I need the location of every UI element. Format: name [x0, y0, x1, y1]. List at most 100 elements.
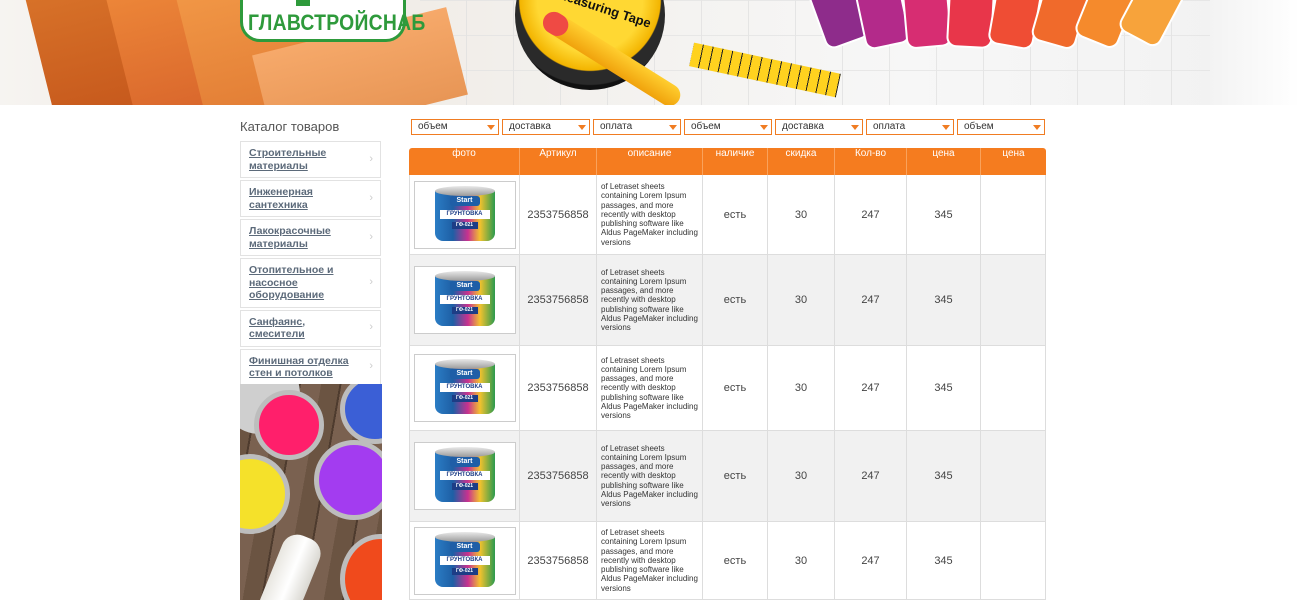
product-code: ГФ-021 — [451, 221, 478, 229]
product-brand: Start — [449, 195, 480, 206]
catalog-item[interactable]: Лакокрасочные материалы › — [240, 219, 381, 256]
cell-discount: 30 — [768, 522, 835, 599]
catalog-item-label[interactable]: Строительные материалы — [249, 147, 358, 172]
catalog-item[interactable]: Строительные материалы › — [240, 141, 381, 178]
catalog-item-label[interactable]: Инженерная сантехника — [249, 186, 358, 211]
caret-down-icon — [760, 125, 768, 130]
filter-delivery[interactable]: доставка — [775, 119, 863, 135]
product-name: ГРУНТОВКА — [439, 209, 490, 219]
cell-description: of Letraset sheets containing Lorem Ipsu… — [597, 255, 703, 345]
products-table: фото Артикул описание наличие скидка Кол… — [409, 148, 1046, 600]
chevron-right-icon: › — [369, 321, 373, 333]
table-row[interactable]: Start ГРУНТОВКА ГФ-021 2353756858 of Letrase… — [409, 522, 1046, 600]
table-row[interactable]: Start ГРУНТОВКА ГФ-021 2353756858 of Letrase… — [409, 255, 1046, 346]
chevron-right-icon: › — [369, 230, 373, 243]
chevron-right-icon: › — [369, 360, 373, 372]
cell-qty-value: 247 — [861, 208, 880, 221]
cell-qty: 247 — [835, 431, 907, 521]
cell-stock-value: есть — [723, 294, 747, 306]
catalog-item-label[interactable]: Отопительное и насосное оборудование — [249, 264, 358, 302]
column-header-qty[interactable]: Кол-во — [835, 148, 907, 175]
column-header-price-2[interactable]: цена — [981, 148, 1046, 175]
caret-down-icon — [669, 125, 677, 130]
cell-price-value: 345 — [934, 294, 953, 306]
table-row[interactable]: Start ГРУНТОВКА ГФ-021 2353756858 of Letrase… — [409, 431, 1046, 522]
cell-qty: 247 — [835, 255, 907, 345]
caret-down-icon — [487, 125, 495, 130]
cell-article-value: 2353756858 — [527, 382, 589, 394]
paper-sample — [1210, 0, 1300, 105]
cell-qty: 247 — [835, 175, 907, 254]
cell-description-value: of Letraset sheets containing Lorem Ipsu… — [601, 267, 698, 332]
column-header-article[interactable]: Артикул — [520, 148, 597, 175]
cell-stock: есть — [703, 522, 768, 599]
catalog-item[interactable]: Санфаянс, смесители › — [240, 309, 381, 347]
cell-photo: Start ГРУНТОВКА ГФ-021 — [409, 346, 520, 430]
primer-can-image: Start ГРУНТОВКА ГФ-021 — [430, 531, 500, 590]
product-thumbnail[interactable]: Start ГРУНТОВКА ГФ-021 — [413, 180, 516, 249]
catalog-menu: Строительные материалы › Инженерная сант… — [240, 141, 381, 388]
cell-description: of Letraset sheets containing Lorem Ipsu… — [597, 522, 703, 599]
catalog-item[interactable]: Инженерная сантехника › — [240, 180, 381, 217]
product-brand: Start — [449, 369, 480, 379]
cell-discount: 30 — [768, 175, 835, 254]
catalog-title: Каталог товаров — [240, 119, 340, 134]
product-thumbnail[interactable]: Start ГРУНТОВКА ГФ-021 — [413, 266, 516, 334]
cell-stock: есть — [703, 431, 768, 521]
column-header-description[interactable]: описание — [597, 148, 703, 175]
table-header: фото Артикул описание наличие скидка Кол… — [409, 148, 1046, 175]
can-lid — [434, 185, 495, 196]
can-lid — [434, 359, 495, 369]
cell-stock: есть — [703, 255, 768, 345]
chevron-right-icon: › — [369, 275, 373, 288]
cell-price-value: 345 — [934, 470, 953, 482]
cell-price-2 — [981, 255, 1046, 345]
cell-article-value: 2353756858 — [527, 294, 589, 306]
cell-price-value: 345 — [934, 554, 953, 567]
filter-label: оплата — [600, 121, 633, 132]
cell-stock: есть — [703, 346, 768, 430]
filter-payment[interactable]: оплата — [866, 119, 954, 135]
catalog-item-label[interactable]: Лакокрасочные материалы — [249, 225, 358, 250]
catalog-item-label[interactable]: Санфаянс, смесители — [249, 316, 358, 341]
filter-volume[interactable]: объем — [957, 119, 1045, 135]
cell-description: of Letraset sheets containing Lorem Ipsu… — [597, 175, 703, 254]
cell-article: 2353756858 — [520, 522, 597, 599]
can-lid — [434, 447, 495, 457]
cell-qty: 247 — [835, 346, 907, 430]
filter-volume[interactable]: объем — [411, 119, 499, 135]
cell-discount: 30 — [768, 255, 835, 345]
color-swatch — [900, 0, 953, 50]
cell-price: 345 — [907, 255, 981, 345]
chevron-right-icon: › — [369, 152, 373, 165]
product-thumbnail[interactable]: Start ГРУНТОВКА ГФ-021 — [413, 354, 516, 422]
header-banner: Measuring Tape ГЛАВСТРОЙСНАБ — [0, 0, 1300, 105]
column-header-photo[interactable]: фото — [409, 148, 520, 175]
cell-article-value: 2353756858 — [527, 470, 589, 482]
column-header-discount[interactable]: скидка — [768, 148, 835, 175]
catalog-item[interactable]: Отопительное и насосное оборудование › — [240, 258, 381, 308]
cell-article-value: 2353756858 — [527, 208, 589, 221]
column-header-price[interactable]: цена — [907, 148, 981, 175]
catalog-item[interactable]: Финишная отделка стен и потолков › — [240, 348, 381, 386]
catalog-item-label[interactable]: Финишная отделка стен и потолков — [249, 355, 358, 380]
cell-stock-value: есть — [723, 470, 747, 482]
product-thumbnail[interactable]: Start ГРУНТОВКА ГФ-021 — [413, 442, 516, 510]
product-brand: Start — [449, 541, 480, 552]
filter-label: доставка — [782, 121, 824, 132]
filter-payment[interactable]: оплата — [593, 119, 681, 135]
table-row[interactable]: Start ГРУНТОВКА ГФ-021 2353756858 of Letrase… — [409, 346, 1046, 431]
cell-qty-value: 247 — [861, 382, 880, 394]
filter-volume[interactable]: объем — [684, 119, 772, 135]
cell-qty-value: 247 — [861, 294, 880, 306]
filter-delivery[interactable]: доставка — [502, 119, 590, 135]
product-thumbnail[interactable]: Start ГРУНТОВКА ГФ-021 — [413, 526, 516, 595]
cell-qty-value: 247 — [861, 554, 880, 567]
table-body: Start ГРУНТОВКА ГФ-021 2353756858 of Letrase… — [409, 175, 1046, 600]
cell-stock-value: есть — [723, 554, 747, 567]
cell-description: of Letraset sheets containing Lorem Ipsu… — [597, 346, 703, 430]
caret-down-icon — [942, 125, 950, 130]
table-row[interactable]: Start ГРУНТОВКА ГФ-021 2353756858 of Letrase… — [409, 175, 1046, 255]
column-header-stock[interactable]: наличие — [703, 148, 768, 175]
product-code: ГФ-021 — [451, 567, 478, 575]
